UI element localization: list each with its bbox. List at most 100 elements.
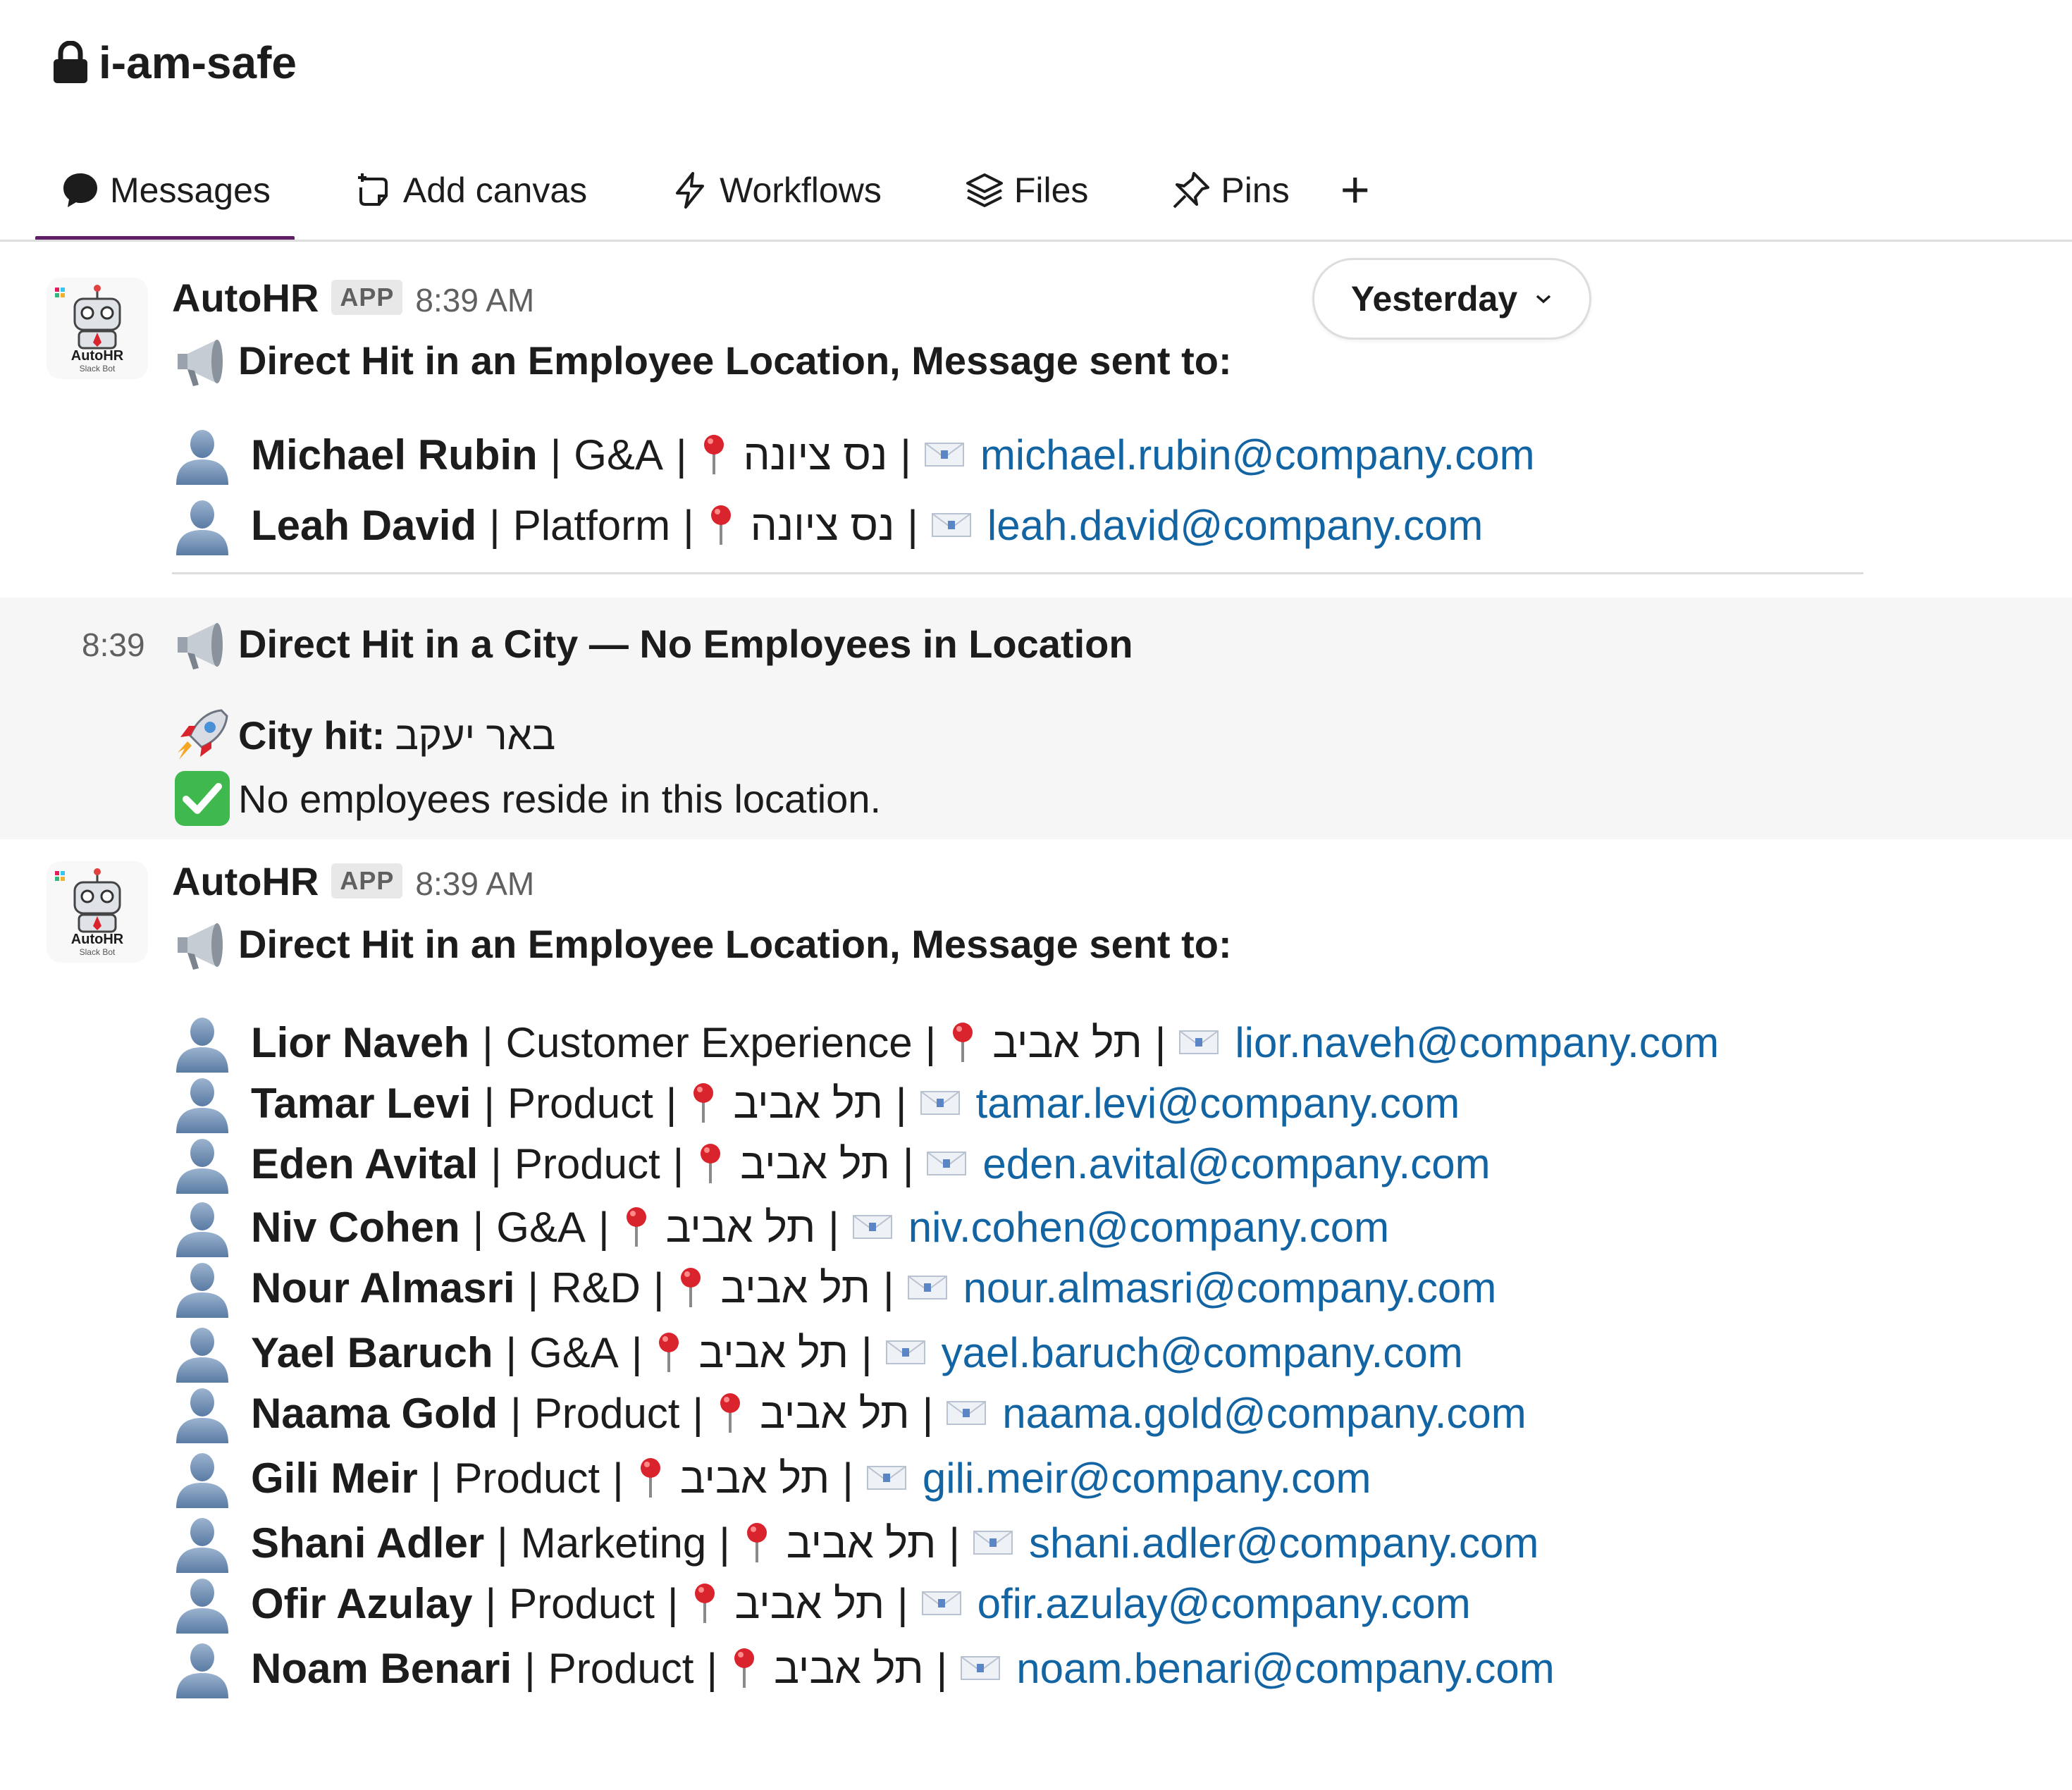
employee-dept: Marketing bbox=[520, 1519, 707, 1567]
employee-row: Gili Meir | Product | תל אביב | gili.meir@c… bbox=[172, 1448, 1371, 1508]
person-icon bbox=[172, 1073, 233, 1133]
employee-location: תל אביב bbox=[665, 1203, 816, 1251]
tab-add-canvas-label: Add canvas bbox=[402, 171, 588, 210]
envelope-icon bbox=[866, 1464, 907, 1492]
channel-tabs: Messages Add canvas Workflows Files Pins… bbox=[35, 155, 1370, 241]
employee-dept: Product bbox=[514, 1140, 660, 1187]
message-timestamp[interactable]: 8:39 AM bbox=[415, 865, 534, 903]
employee-email-link[interactable]: nour.almasri@company.com bbox=[963, 1264, 1497, 1312]
person-icon bbox=[172, 1573, 233, 1634]
employee-email-link[interactable]: naama.gold@company.com bbox=[1002, 1389, 1527, 1438]
employee-dept: G&A bbox=[574, 431, 664, 479]
employee-email-link[interactable]: gili.meir@company.com bbox=[923, 1454, 1371, 1502]
employee-email-link[interactable]: michael.rubin@company.com bbox=[980, 431, 1535, 479]
employee-email-link[interactable]: yael.baruch@company.com bbox=[942, 1328, 1463, 1377]
employee-dept: Product bbox=[548, 1644, 694, 1692]
envelope-icon bbox=[920, 1089, 961, 1117]
tab-files-label: Files bbox=[1013, 171, 1089, 210]
employee-name: Nour Almasri bbox=[251, 1264, 515, 1311]
avatar-text: AutoHR bbox=[70, 932, 124, 947]
pin-icon bbox=[655, 1331, 683, 1374]
tab-workflows[interactable]: Workflows bbox=[645, 155, 882, 226]
employee-row: Lior Naveh | Customer Experience | תל אביב… bbox=[172, 1012, 1719, 1073]
employee-email-link[interactable]: niv.cohen@company.com bbox=[908, 1203, 1389, 1252]
avatar[interactable]: AutoHR Slack Bot bbox=[47, 278, 148, 379]
employee-location: תל אביב bbox=[740, 1140, 890, 1187]
message-header: AutoHR APP 8:39 AM bbox=[172, 275, 534, 321]
employee-name: Gili Meir bbox=[251, 1454, 418, 1502]
sender-name[interactable]: AutoHR bbox=[172, 858, 319, 904]
status-line: No employees reside in this location. bbox=[172, 768, 881, 829]
envelope-icon bbox=[931, 511, 972, 539]
megaphone-icon bbox=[172, 330, 233, 390]
employee-dept: Product bbox=[507, 1079, 653, 1127]
tab-files[interactable]: Files bbox=[939, 155, 1089, 226]
date-divider-label: Yesterday bbox=[1350, 279, 1518, 319]
pin-icon bbox=[696, 1142, 724, 1185]
envelope-icon bbox=[973, 1529, 1013, 1557]
employee-email-link[interactable]: eden.avital@company.com bbox=[982, 1140, 1490, 1188]
add-tab-icon[interactable]: + bbox=[1340, 161, 1370, 219]
pin-icon bbox=[707, 504, 735, 546]
app-badge: APP bbox=[331, 863, 403, 899]
employee-row: Noam Benari | Product | תל אביב | noam.bena… bbox=[172, 1638, 1555, 1698]
employee-email-link[interactable]: lior.naveh@company.com bbox=[1235, 1018, 1719, 1067]
message-side-timestamp[interactable]: 8:39 bbox=[82, 626, 145, 664]
employee-name: Tamar Levi bbox=[251, 1079, 471, 1127]
avatar-subtext: Slack Bot bbox=[79, 364, 116, 374]
person-icon bbox=[172, 1512, 233, 1573]
envelope-icon bbox=[926, 1149, 967, 1178]
employee-email-link[interactable]: noam.benari@company.com bbox=[1016, 1644, 1554, 1693]
tab-messages-label: Messages bbox=[110, 171, 271, 210]
lightning-icon bbox=[676, 172, 705, 209]
pin-icon bbox=[700, 433, 728, 476]
sender-name[interactable]: AutoHR bbox=[172, 275, 319, 321]
pin-outline-icon bbox=[1173, 172, 1210, 209]
pin-icon bbox=[622, 1206, 650, 1248]
pin-icon bbox=[689, 1082, 717, 1124]
person-icon bbox=[172, 1448, 233, 1508]
channel-title[interactable]: i-am-safe bbox=[52, 37, 297, 89]
message-header: AutoHR APP 8:39 AM bbox=[172, 858, 534, 904]
attachment-divider bbox=[172, 572, 1863, 574]
employee-location: תל אביב bbox=[992, 1018, 1142, 1066]
avatar[interactable]: AutoHR Slack Bot bbox=[47, 861, 148, 963]
pin-icon bbox=[636, 1457, 665, 1499]
tab-pins[interactable]: Pins bbox=[1146, 155, 1290, 226]
employee-name: Noam Benari bbox=[251, 1644, 512, 1692]
megaphone-icon bbox=[172, 613, 233, 674]
employee-location: תל אביב bbox=[786, 1519, 937, 1567]
employee-name: Eden Avital bbox=[251, 1140, 479, 1187]
employee-row: Eden Avital | Product | תל אביב | eden.avit… bbox=[172, 1133, 1491, 1194]
chevron-down-icon bbox=[1536, 295, 1551, 304]
employee-name: Naama Gold bbox=[251, 1389, 498, 1437]
employee-email-link[interactable]: leah.david@company.com bbox=[987, 501, 1483, 550]
rocket-icon bbox=[178, 709, 228, 760]
tab-add-canvas[interactable]: Add canvas bbox=[328, 155, 587, 226]
employee-row: Shani Adler | Marketing | תל אביב | shani.a… bbox=[172, 1512, 1538, 1573]
employee-email-link[interactable]: shani.adler@company.com bbox=[1029, 1519, 1538, 1567]
person-icon bbox=[172, 1133, 233, 1194]
channel-header: i-am-safe Messages Add canvas Workflows bbox=[0, 0, 2072, 241]
envelope-icon bbox=[1178, 1028, 1219, 1056]
person-icon bbox=[172, 1197, 233, 1257]
message-timestamp[interactable]: 8:39 AM bbox=[415, 281, 534, 319]
envelope-icon bbox=[885, 1338, 926, 1366]
city-hit-line: City hit: באר יעקב bbox=[172, 705, 555, 765]
message-title-text: Direct Hit in an Employee Location, Mess… bbox=[238, 338, 1232, 383]
date-divider-button[interactable]: Yesterday bbox=[1312, 258, 1591, 340]
employee-name: Niv Cohen bbox=[251, 1203, 460, 1251]
employee-location: תל אביב bbox=[734, 1579, 885, 1627]
employee-dept: Product bbox=[534, 1389, 680, 1437]
employee-row: Leah David | Platform | נס ציונה | leah.… bbox=[172, 495, 1483, 555]
employee-email-link[interactable]: tamar.levi@company.com bbox=[976, 1079, 1460, 1128]
header-divider bbox=[0, 240, 2072, 242]
app-badge: APP bbox=[331, 280, 403, 315]
employee-row: Tamar Levi | Product | תל אביב | tamar.levi… bbox=[172, 1073, 1460, 1133]
employee-name: Yael Baruch bbox=[251, 1328, 493, 1376]
tab-messages[interactable]: Messages bbox=[35, 155, 295, 241]
envelope-icon bbox=[924, 440, 965, 469]
employee-name: Shani Adler bbox=[251, 1519, 485, 1567]
employee-email-link[interactable]: ofir.azulay@company.com bbox=[978, 1579, 1471, 1628]
pin-icon bbox=[691, 1582, 719, 1624]
